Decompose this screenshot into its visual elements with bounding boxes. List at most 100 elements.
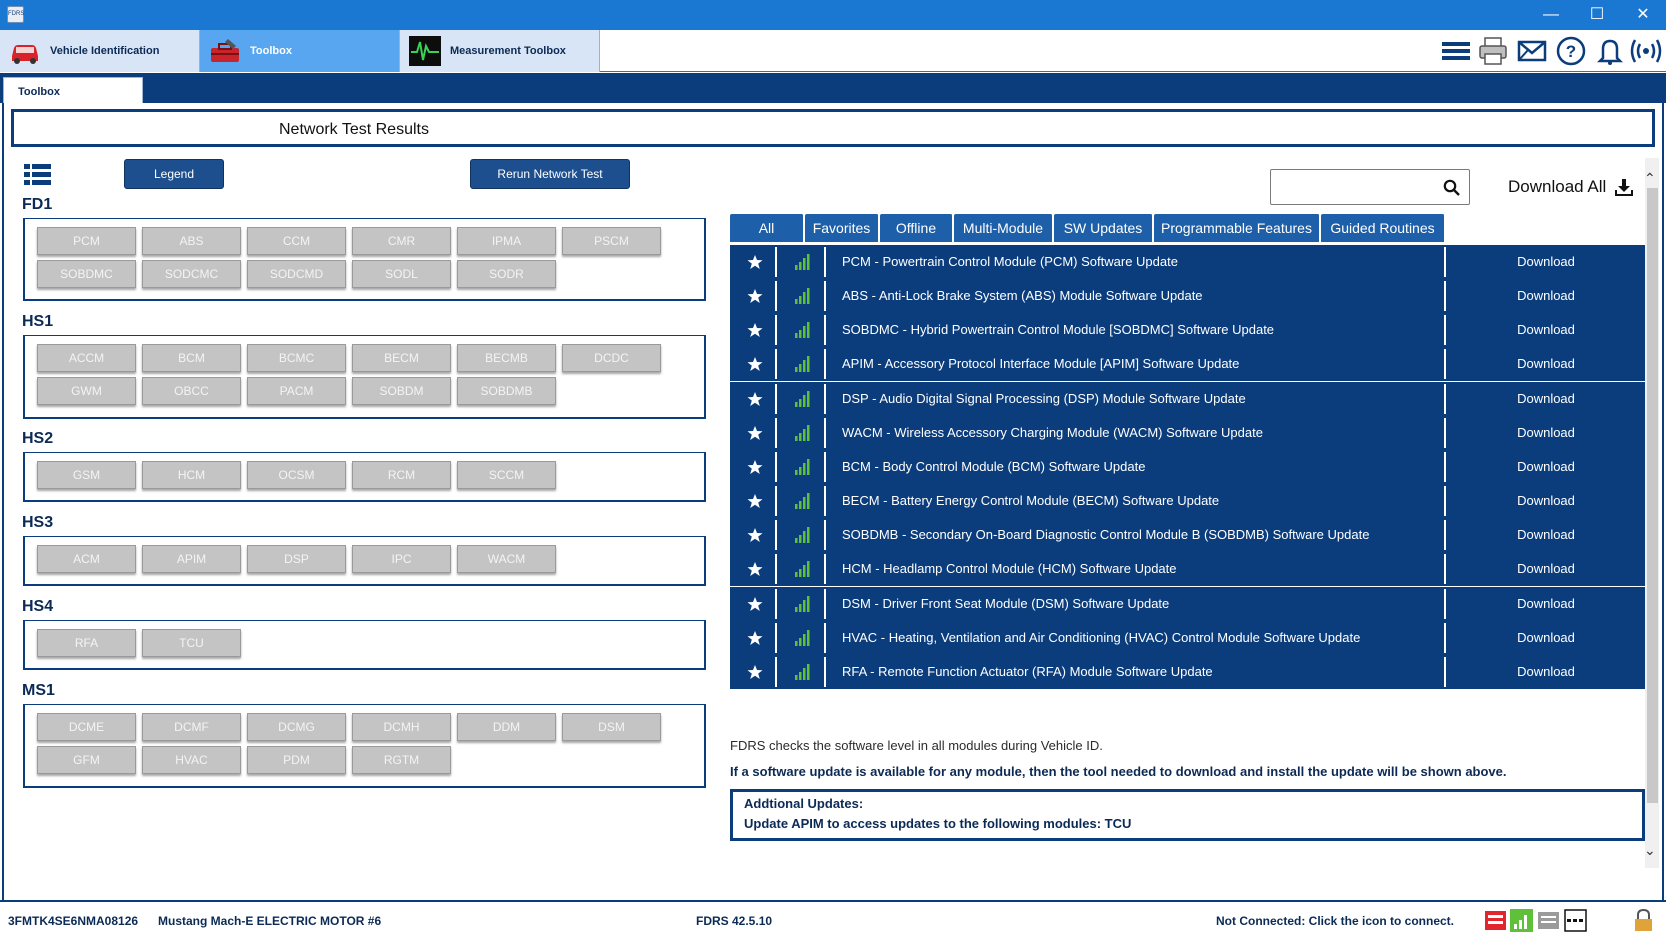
module-button-ipc[interactable]: IPC [352, 545, 451, 573]
module-button-dcme[interactable]: DCME [37, 713, 136, 741]
update-title[interactable]: SOBDMB - Secondary On-Board Diagnostic C… [842, 518, 1432, 552]
favorite-toggle[interactable] [732, 383, 777, 414]
favorite-toggle[interactable] [732, 281, 777, 312]
update-title[interactable]: DSP - Audio Digital Signal Processing (D… [842, 382, 1432, 416]
module-button-pacm[interactable]: PACM [247, 377, 346, 405]
tab-guided-routines[interactable]: Guided Routines [1321, 214, 1445, 242]
update-row[interactable]: PCM - Powertrain Control Module (PCM) So… [730, 245, 1646, 279]
download-button[interactable]: Download [1446, 245, 1646, 279]
download-button[interactable]: Download [1446, 518, 1646, 552]
update-title[interactable]: PCM - Powertrain Control Module (PCM) So… [842, 245, 1432, 279]
download-button[interactable]: Download [1446, 347, 1646, 381]
tab-favorites[interactable]: Favorites [805, 214, 879, 242]
tab-sw-updates[interactable]: SW Updates [1054, 214, 1153, 242]
vci-icon[interactable] [1484, 909, 1507, 932]
update-title[interactable]: WACM - Wireless Accessory Charging Modul… [842, 416, 1432, 450]
favorite-toggle[interactable] [732, 417, 777, 448]
module-button-pcm[interactable]: PCM [37, 227, 136, 255]
module-button-pscm[interactable]: PSCM [562, 227, 661, 255]
download-button[interactable]: Download [1446, 382, 1646, 416]
minimize-button[interactable]: — [1528, 0, 1574, 30]
update-title[interactable]: BECM - Battery Energy Control Module (BE… [842, 484, 1432, 518]
module-button-ipma[interactable]: IPMA [457, 227, 556, 255]
module-button-dcmh[interactable]: DCMH [352, 713, 451, 741]
update-row[interactable]: ABS - Anti-Lock Brake System (ABS) Modul… [730, 279, 1646, 314]
scroll-down-icon[interactable]: ⌄ [1644, 842, 1656, 859]
update-title[interactable]: SOBDMC - Hybrid Powertrain Control Modul… [842, 313, 1432, 347]
module-button-tcu[interactable]: TCU [142, 629, 241, 657]
wireless-connection-icon[interactable] [1630, 36, 1662, 66]
update-row[interactable]: APIM - Accessory Protocol Interface Modu… [730, 347, 1646, 382]
update-row[interactable]: DSM - Driver Front Seat Module (DSM) Sof… [730, 586, 1646, 621]
rerun-network-test-button[interactable]: Rerun Network Test [470, 159, 630, 189]
module-button-gwm[interactable]: GWM [37, 377, 136, 405]
module-button-ccm[interactable]: CCM [247, 227, 346, 255]
tab-programmable-features[interactable]: Programmable Features [1154, 214, 1320, 242]
download-button[interactable]: Download [1446, 621, 1646, 655]
update-row[interactable]: BCM - Body Control Module (BCM) Software… [730, 449, 1646, 484]
module-button-ocsm[interactable]: OCSM [247, 461, 346, 489]
lock-icon[interactable] [1632, 909, 1655, 932]
favorite-toggle[interactable] [732, 451, 777, 482]
print-icon[interactable] [1477, 36, 1509, 66]
download-button[interactable]: Download [1446, 484, 1646, 518]
module-button-dsm[interactable]: DSM [562, 713, 661, 741]
module-button-dcmf[interactable]: DCMF [142, 713, 241, 741]
module-button-sobdmc[interactable]: SOBDMC [37, 260, 136, 288]
download-all-button[interactable]: Download All [1508, 176, 1634, 200]
update-title[interactable]: HCM - Headlamp Control Module (HCM) Soft… [842, 552, 1432, 586]
module-button-sodr[interactable]: SODR [457, 260, 556, 288]
module-button-wacm[interactable]: WACM [457, 545, 556, 573]
download-button[interactable]: Download [1446, 279, 1646, 313]
network-icon[interactable] [1537, 909, 1560, 932]
maximize-button[interactable]: ☐ [1574, 0, 1620, 30]
tab-measurement-toolbox[interactable]: Measurement Toolbox [400, 30, 600, 72]
disconnected-icon[interactable] [1564, 909, 1587, 932]
update-row[interactable]: RFA - Remote Function Actuator (RFA) Mod… [730, 654, 1646, 689]
module-button-gfm[interactable]: GFM [37, 746, 136, 774]
favorite-toggle[interactable] [732, 588, 777, 619]
update-title[interactable]: RFA - Remote Function Actuator (RFA) Mod… [842, 655, 1432, 689]
search-icon[interactable] [1443, 179, 1460, 196]
update-row[interactable]: DSP - Audio Digital Signal Processing (D… [730, 381, 1646, 416]
module-button-abs[interactable]: ABS [142, 227, 241, 255]
legend-button[interactable]: Legend [124, 159, 224, 189]
favorite-toggle[interactable] [732, 247, 777, 277]
favorite-toggle[interactable] [732, 349, 777, 380]
module-button-gsm[interactable]: GSM [37, 461, 136, 489]
download-button[interactable]: Download [1446, 450, 1646, 484]
update-row[interactable]: HVAC - Heating, Ventilation and Air Cond… [730, 620, 1646, 655]
menu-icon[interactable] [1440, 36, 1472, 66]
module-button-pdm[interactable]: PDM [247, 746, 346, 774]
module-button-bcm[interactable]: BCM [142, 344, 241, 372]
module-button-sodcmd[interactable]: SODCMD [247, 260, 346, 288]
favorite-toggle[interactable] [732, 554, 777, 585]
download-button[interactable]: Download [1446, 416, 1646, 450]
download-button[interactable]: Download [1446, 655, 1646, 689]
tab-toolbox-sub[interactable]: Toolbox [3, 77, 143, 103]
module-button-sobdmb[interactable]: SOBDMB [457, 377, 556, 405]
update-title[interactable]: APIM - Accessory Protocol Interface Modu… [842, 347, 1432, 381]
module-button-sodl[interactable]: SODL [352, 260, 451, 288]
update-row[interactable]: BECM - Battery Energy Control Module (BE… [730, 484, 1646, 519]
favorite-toggle[interactable] [732, 520, 777, 551]
module-button-dsp[interactable]: DSP [247, 545, 346, 573]
module-button-bcmc[interactable]: BCMC [247, 344, 346, 372]
update-row[interactable]: SOBDMC - Hybrid Powertrain Control Modul… [730, 313, 1646, 348]
download-button[interactable]: Download [1446, 552, 1646, 586]
module-button-dcdc[interactable]: DCDC [562, 344, 661, 372]
scroll-up-icon[interactable]: ⌃ [1644, 170, 1656, 187]
bell-icon[interactable] [1594, 36, 1626, 66]
update-row[interactable]: HCM - Headlamp Control Module (HCM) Soft… [730, 552, 1646, 587]
module-button-obcc[interactable]: OBCC [142, 377, 241, 405]
module-button-hvac[interactable]: HVAC [142, 746, 241, 774]
module-button-becmb[interactable]: BECMB [457, 344, 556, 372]
update-row[interactable]: WACM - Wireless Accessory Charging Modul… [730, 415, 1646, 450]
favorite-toggle[interactable] [732, 622, 777, 653]
module-button-acm[interactable]: ACM [37, 545, 136, 573]
mail-icon[interactable] [1516, 36, 1548, 66]
update-title[interactable]: BCM - Body Control Module (BCM) Software… [842, 450, 1432, 484]
tab-offline[interactable]: Offline [880, 214, 953, 242]
download-button[interactable]: Download [1446, 313, 1646, 347]
module-button-apim[interactable]: APIM [142, 545, 241, 573]
